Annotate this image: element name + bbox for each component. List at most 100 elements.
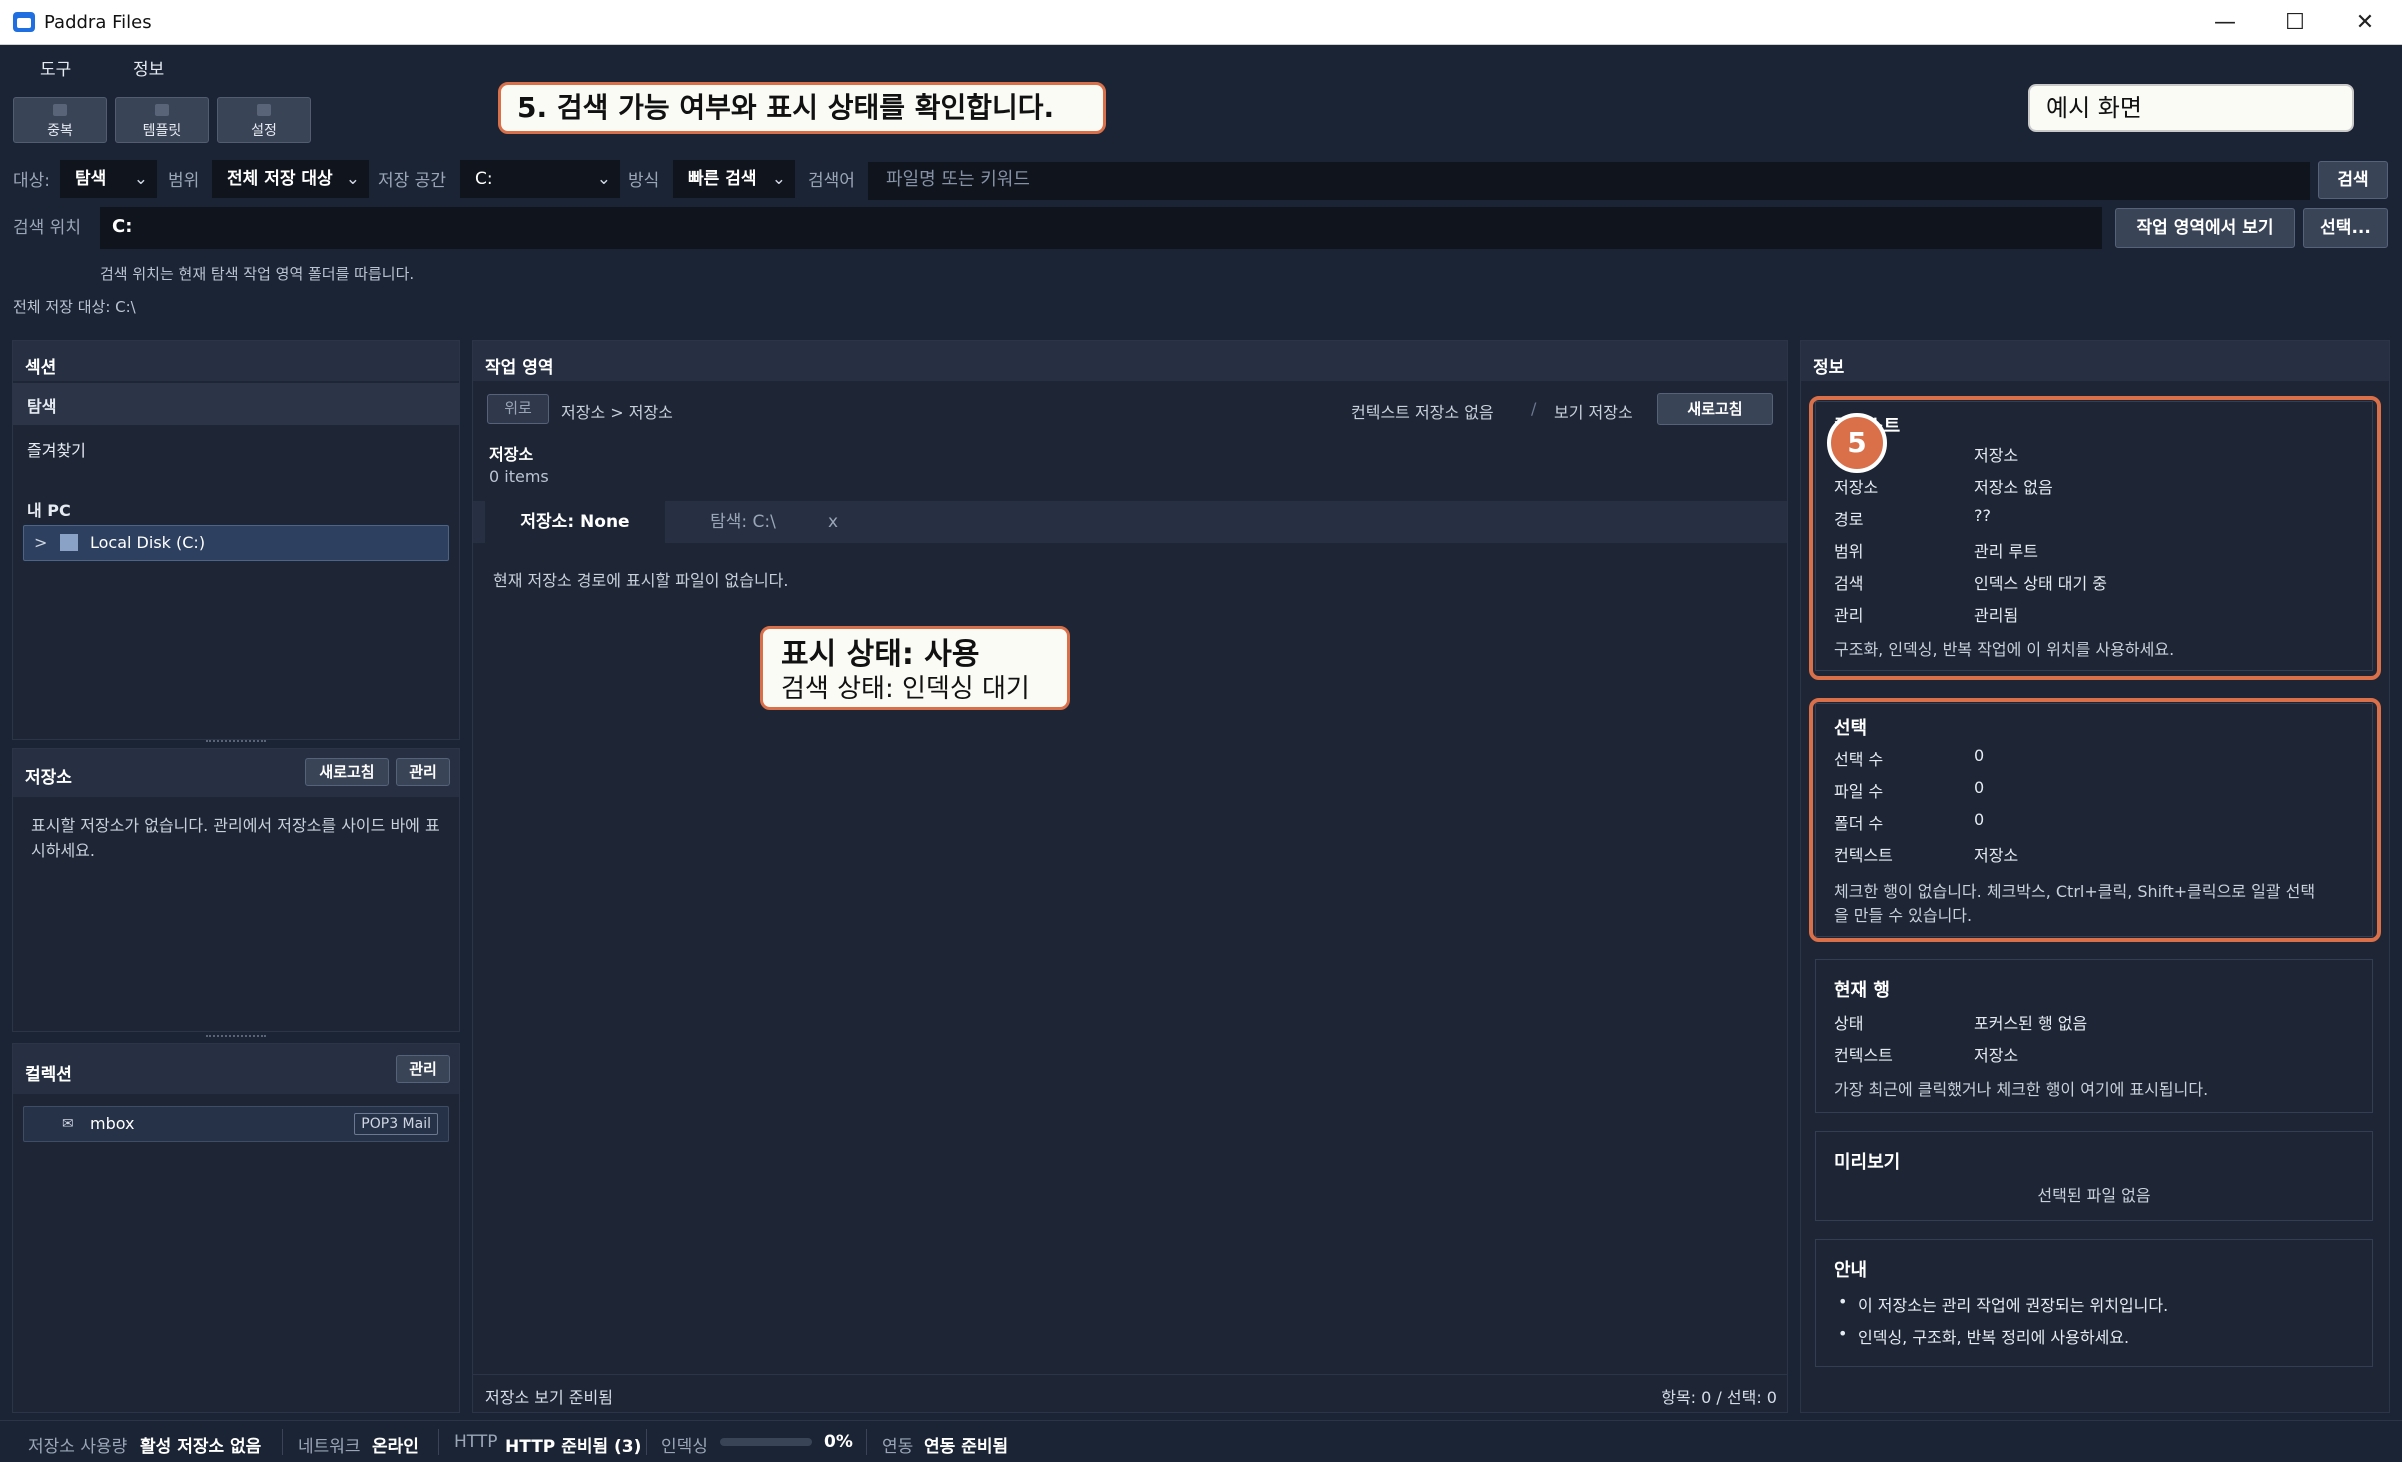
network-value: 온라인 — [372, 1437, 419, 1457]
guide-item: 인덱싱, 구조화, 반복 정리에 사용하세요. — [1858, 1328, 2130, 1347]
target-value: 탐색 — [75, 169, 107, 189]
network-label: 네트워크 — [298, 1437, 361, 1457]
collection-title: 컬렉션 — [13, 1044, 459, 1094]
state-callout: 표시 상태: 사용 검색 상태: 인덱싱 대기 — [760, 626, 1070, 710]
search-row: 대상: 탐색 ⌄ 범위 전체 저장 대상 ⌄ 저장 공간 C: ⌄ 방식 빠른 검색 ⌄… — [0, 153, 2402, 205]
sync-label: 연동 — [882, 1437, 914, 1457]
status-divider — [282, 1429, 283, 1455]
divider-slash: / — [1531, 399, 1537, 418]
guide-heading: 안내 — [1834, 1260, 1868, 1281]
status-divider — [646, 1429, 647, 1455]
target-select[interactable]: 탐색 ⌄ — [60, 160, 157, 198]
nav-item-explore[interactable]: 탐색 — [13, 383, 459, 425]
http-value: HTTP 준비됨 (3) — [505, 1437, 642, 1457]
tab-close-button[interactable]: x — [813, 501, 853, 543]
sections-title: 섹션 — [13, 341, 459, 381]
chevron-down-icon: ⌄ — [771, 169, 786, 189]
current-row-note: 가장 최근에 클릭했거나 체크한 행이 여기에 표시됩니다. — [1834, 1080, 2209, 1099]
location-label: 검색 위치 — [13, 218, 81, 238]
duplicate-button[interactable]: 중복 — [13, 97, 107, 143]
target-label: 대상: — [13, 171, 51, 191]
query-label: 검색어 — [808, 171, 855, 191]
method-value: 빠른 검색 — [688, 169, 757, 189]
info-title: 정보 — [1801, 341, 2389, 381]
status-divider — [866, 1429, 867, 1455]
app-folder-icon — [13, 12, 35, 32]
view-in-workspace-button[interactable]: 작업 영역에서 보기 — [2115, 208, 2295, 248]
scope-value: 전체 저장 대상 — [227, 169, 333, 189]
close-button[interactable]: ✕ — [2330, 0, 2400, 45]
item-count: 0 items — [489, 467, 549, 486]
preview-empty-text: 선택된 파일 없음 — [2037, 1186, 2151, 1205]
menu-tools[interactable]: 도구 — [40, 55, 71, 80]
workspace-title: 작업 영역 — [473, 341, 1787, 381]
workspace-refresh-button[interactable]: 새로고침 — [1657, 393, 1773, 425]
chevron-down-icon: ⌄ — [345, 169, 360, 189]
workspace-status-text: 저장소 보기 준비됨 — [485, 1388, 613, 1407]
storage-manage-button[interactable]: 관리 — [396, 758, 450, 786]
current-row-key: 상태 — [1834, 1014, 1864, 1033]
storage-select[interactable]: C: ⌄ — [460, 160, 620, 198]
info-panel: 정보 컨텍스트 저장소 저장소 저장소 없음 경로 ?? 범위 관리 루트 검색… — [1800, 340, 2390, 1413]
step-badge: 5 — [1827, 413, 1887, 473]
workspace-status: 저장소 보기 준비됨 항목: 0 / 선택: 0 — [473, 1374, 1787, 1412]
collection-item-mbox[interactable]: ✉ mbox POP3 Mail — [23, 1106, 449, 1142]
guide-item: 이 저장소는 관리 작업에 권장되는 위치입니다. — [1858, 1296, 2169, 1315]
mail-icon: ✉ — [62, 1116, 74, 1132]
template-label: 템플릿 — [142, 123, 182, 139]
storage-value: C: — [475, 169, 493, 189]
usage-value: 활성 저장소 없음 — [140, 1437, 262, 1457]
index-value: 0% — [824, 1432, 853, 1452]
status-bar: 저장소 사용량 활성 저장소 없음 네트워크 온라인 HTTP HTTP 준비됨… — [0, 1420, 2402, 1462]
http-label: HTTP — [454, 1432, 498, 1452]
preview-card: 미리보기 선택된 파일 없음 — [1815, 1131, 2373, 1221]
template-button[interactable]: 템플릿 — [115, 97, 209, 143]
chevron-down-icon: ⌄ — [133, 169, 148, 189]
method-label: 방식 — [628, 171, 660, 191]
template-icon — [155, 104, 169, 116]
collection-manage-button[interactable]: 관리 — [396, 1055, 450, 1083]
current-row-value: 포커스된 행 없음 — [1974, 1014, 2088, 1033]
workspace-empty-text: 현재 저장소 경로에 표시할 파일이 없습니다. — [493, 571, 789, 590]
tab-storage-none[interactable]: 저장소: None — [485, 501, 665, 543]
bullet-icon: • — [1838, 1324, 1848, 1343]
current-row-value: 저장소 — [1974, 1046, 2019, 1065]
splitter-handle[interactable] — [206, 1035, 266, 1039]
title-bar: Paddra Files — ☐ ✕ — [0, 0, 2402, 45]
tab-explore-c[interactable]: 탐색: C:\ — [673, 501, 813, 543]
chevron-right-icon[interactable]: > — [34, 526, 47, 560]
my-pc-label: 내 PC — [27, 501, 71, 520]
storage-refresh-button[interactable]: 새로고침 — [305, 758, 389, 786]
tree-item-local-disk[interactable]: > Local Disk (C:) — [23, 525, 449, 561]
up-button[interactable]: 위로 — [487, 394, 549, 424]
context-highlight — [1809, 396, 2381, 680]
method-select[interactable]: 빠른 검색 ⌄ — [673, 160, 795, 198]
location-input[interactable]: C: — [100, 207, 2102, 249]
storage-empty-text: 표시할 저장소가 없습니다. 관리에서 저장소를 사이드 바에 표시하세요. — [31, 816, 440, 860]
all-targets-text: 전체 저장 대상: C:\ — [13, 298, 136, 316]
workspace-panel: 작업 영역 위로 저장소 > 저장소 컨텍스트 저장소 없음 / 보기 저장소 … — [472, 340, 1788, 1413]
nav-item-favorites[interactable]: 즐겨찾기 — [13, 427, 459, 469]
search-input[interactable]: 파일명 또는 키워드 — [868, 162, 2310, 200]
search-button[interactable]: 검색 — [2318, 161, 2388, 199]
step-callout: 5. 검색 가능 여부와 표시 상태를 확인합니다. — [498, 82, 1106, 134]
settings-button[interactable]: 설정 — [217, 97, 311, 143]
index-progress-bar — [720, 1438, 812, 1446]
location-hint: 검색 위치는 현재 탐색 작업 영역 폴더를 따릅니다. — [100, 265, 415, 283]
window-title: Paddra Files — [44, 12, 152, 33]
choose-location-button[interactable]: 선택... — [2303, 208, 2388, 248]
guide-card: 안내 • 이 저장소는 관리 작업에 권장되는 위치입니다. • 인덱싱, 구조… — [1815, 1239, 2373, 1367]
menu-info[interactable]: 정보 — [133, 55, 164, 80]
settings-label: 설정 — [251, 123, 277, 139]
scope-select[interactable]: 전체 저장 대상 ⌄ — [212, 160, 369, 198]
minimize-button[interactable]: — — [2190, 0, 2260, 45]
status-divider — [438, 1429, 439, 1455]
breadcrumb[interactable]: 저장소 > 저장소 — [561, 399, 673, 423]
current-row-key: 컨텍스트 — [1834, 1046, 1893, 1065]
duplicate-label: 중복 — [47, 123, 73, 139]
preview-heading: 미리보기 — [1834, 1152, 1901, 1173]
chevron-down-icon: ⌄ — [596, 169, 611, 189]
splitter-handle[interactable] — [206, 740, 266, 744]
maximize-button[interactable]: ☐ — [2260, 0, 2330, 45]
gear-icon — [257, 104, 271, 116]
